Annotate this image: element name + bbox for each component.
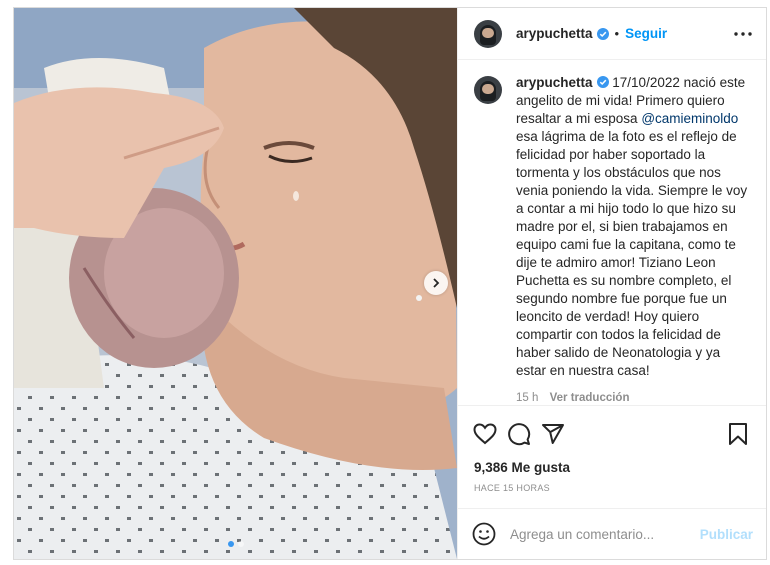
avatar[interactable] xyxy=(474,76,502,104)
post-header: arypuchetta • Seguir xyxy=(458,8,766,60)
post-actions: 9,386 Me gusta HACE 15 HORAS xyxy=(458,405,766,493)
caption-section: arypuchetta 17/10/2022 nació este angeli… xyxy=(458,60,766,405)
share-button[interactable] xyxy=(536,417,570,451)
carousel-next-button[interactable] xyxy=(424,271,448,295)
follow-button[interactable]: Seguir xyxy=(625,26,667,41)
emoji-button[interactable] xyxy=(472,522,496,546)
save-button[interactable] xyxy=(721,417,755,451)
bookmark-icon xyxy=(729,423,747,445)
carousel-dot xyxy=(237,541,244,547)
emoji-icon xyxy=(472,522,496,546)
caption-age: 15 h xyxy=(516,392,539,404)
mention-link[interactable]: @camieminoldo xyxy=(641,111,738,126)
like-button[interactable] xyxy=(468,417,502,451)
comment-button[interactable] xyxy=(502,417,536,451)
photo-illustration xyxy=(14,8,457,559)
post-photo[interactable] xyxy=(14,8,457,559)
caption-username[interactable]: arypuchetta xyxy=(516,75,593,90)
more-options-button[interactable] xyxy=(731,22,755,46)
paper-plane-icon xyxy=(542,424,564,444)
comment-bar: Publicar xyxy=(458,508,766,559)
caption-meta: 15 h Ver traducción xyxy=(516,389,751,405)
caption-body: arypuchetta 17/10/2022 nació este angeli… xyxy=(516,74,751,405)
verified-badge-icon xyxy=(596,27,609,40)
carousel-indicator xyxy=(14,541,457,547)
header-separator: • xyxy=(614,26,620,41)
publish-button[interactable]: Publicar xyxy=(700,527,753,542)
carousel-dot xyxy=(227,541,234,547)
caption-row: arypuchetta 17/10/2022 nació este angeli… xyxy=(474,74,751,405)
avatar[interactable] xyxy=(474,19,502,48)
verified-badge-icon xyxy=(596,76,609,88)
comment-bubble-icon xyxy=(508,423,531,446)
likes-count[interactable]: 9,386 Me gusta xyxy=(468,454,755,475)
heart-icon xyxy=(473,423,497,445)
action-icons xyxy=(468,414,755,454)
chevron-right-icon xyxy=(433,278,440,288)
translate-link[interactable]: Ver traducción xyxy=(550,392,630,404)
caption-text: arypuchetta 17/10/2022 nació este angeli… xyxy=(516,74,751,380)
comment-input[interactable] xyxy=(510,526,700,542)
header-username[interactable]: arypuchetta xyxy=(516,26,593,41)
instagram-post-modal: arypuchetta • Seguir arypuchetta 17/10/2… xyxy=(13,7,767,560)
caption-text-part: esa lágrima de la foto es el reflejo de … xyxy=(516,129,748,378)
more-options-icon xyxy=(734,31,752,36)
post-timestamp: HACE 15 HORAS xyxy=(474,483,550,493)
post-side-panel: arypuchetta • Seguir arypuchetta 17/10/2… xyxy=(457,8,766,559)
